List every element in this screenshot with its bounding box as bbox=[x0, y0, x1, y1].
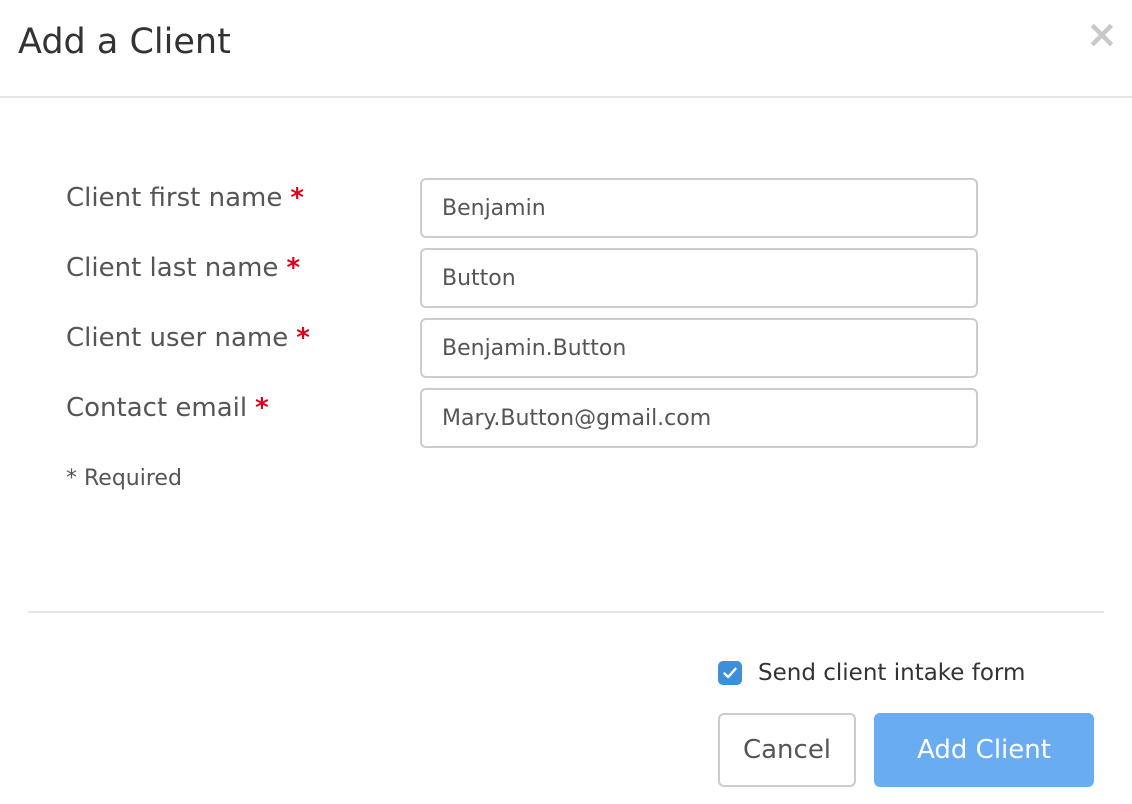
cancel-button[interactable]: Cancel bbox=[718, 713, 856, 787]
form-row-last-name: Client last name * bbox=[0, 248, 1132, 308]
first-name-input[interactable] bbox=[420, 178, 978, 238]
form-row-first-name: Client first name * bbox=[0, 178, 1132, 238]
email-label: Contact email * bbox=[66, 393, 269, 423]
required-star: * bbox=[290, 183, 304, 213]
first-name-label: Client first name * bbox=[66, 183, 304, 213]
form-row-email: Contact email * bbox=[0, 388, 1132, 448]
required-star: * bbox=[286, 253, 301, 283]
checkmark-icon bbox=[723, 667, 737, 679]
user-name-input[interactable] bbox=[420, 318, 978, 378]
form-row-user-name: Client user name * bbox=[0, 318, 1132, 378]
add-client-dialog: Add a Client × Client first name* Client… bbox=[0, 0, 1132, 804]
dialog-title: Add a Client bbox=[18, 22, 231, 62]
required-note: * Required bbox=[66, 466, 182, 491]
last-name-input[interactable] bbox=[420, 248, 978, 308]
send-intake-checkbox[interactable] bbox=[718, 661, 742, 685]
required-star: * bbox=[255, 393, 269, 423]
send-intake-label[interactable]: Send client intake form bbox=[758, 658, 1025, 688]
add-client-button[interactable]: Add Client bbox=[874, 713, 1094, 787]
close-icon[interactable]: × bbox=[1086, 15, 1118, 53]
footer-divider bbox=[28, 611, 1104, 613]
email-input[interactable] bbox=[420, 388, 978, 448]
required-star: * bbox=[296, 323, 310, 353]
user-name-label: Client user name * bbox=[66, 323, 310, 353]
dialog-header: Add a Client × bbox=[0, 0, 1132, 98]
last-name-label: Client last name * bbox=[66, 253, 301, 283]
